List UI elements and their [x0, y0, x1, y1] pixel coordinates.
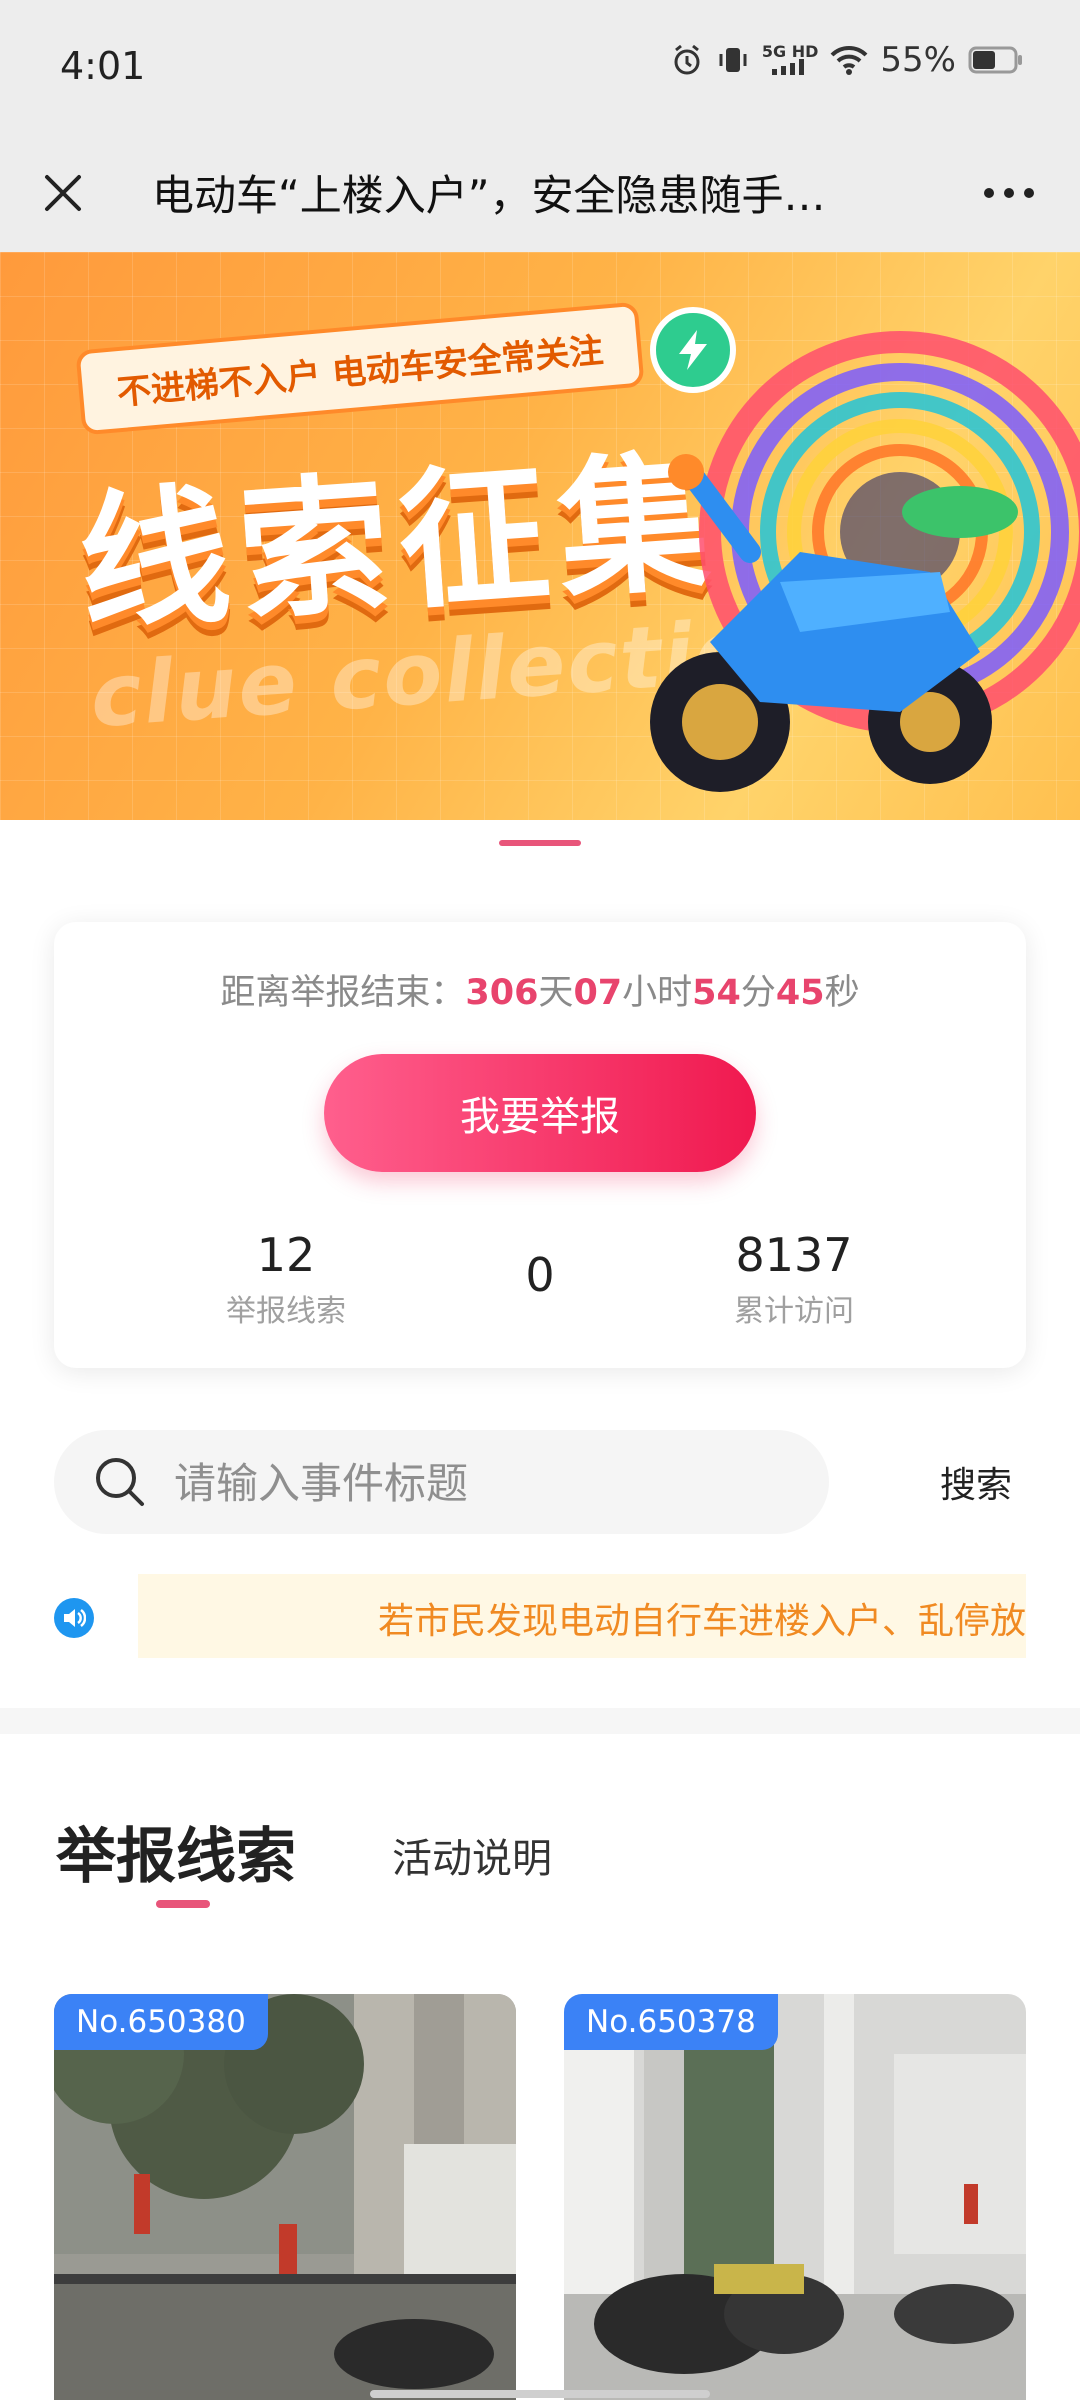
speaker-icon [54, 1598, 94, 1638]
wifi-icon [830, 45, 868, 75]
page-title: 电动车“上楼入户”，安全隐患随手… [152, 171, 826, 220]
close-button[interactable] [28, 158, 98, 228]
countdown-hours-unit: 小时 [622, 973, 693, 1013]
search-input[interactable] [172, 1430, 796, 1536]
stat-visits-value: 8137 [735, 1228, 853, 1282]
stat-middle: 0 [420, 1248, 660, 1302]
notice-text: 若市民发现电动自行车进楼入户、乱停放 [377, 1601, 1026, 1642]
stat-visits: 8137 累计访问 [674, 1228, 914, 1330]
countdown-text: 距离举报结束：306天07小时54分45秒 [54, 964, 1026, 1015]
countdown-seconds-unit: 秒 [824, 973, 860, 1013]
close-icon [45, 175, 81, 211]
clue-card[interactable]: No.650380 [54, 1994, 516, 2400]
clue-card[interactable]: No.650378 [564, 1994, 1026, 2400]
battery-icon [968, 45, 1024, 75]
tab-report-clues[interactable]: 举报线索 [56, 1808, 296, 1895]
countdown-minutes-unit: 分 [740, 973, 776, 1013]
clue-photo [54, 1994, 516, 2400]
clue-number-badge: No.650380 [54, 1994, 268, 2050]
stat-middle-value: 0 [525, 1248, 555, 1302]
countdown-hours: 07 [573, 973, 623, 1013]
nav-bar: 电动车“上楼入户”，安全隐患随手… [0, 130, 1080, 252]
clue-photo [564, 1994, 1026, 2400]
more-button[interactable] [964, 158, 1054, 228]
clue-number-badge: No.650378 [564, 1994, 778, 2050]
home-indicator[interactable] [370, 2390, 710, 2398]
network-label: 5G HD [761, 42, 819, 61]
hero-banner[interactable]: 不进梯不入户 电动车安全常关注 线索征集 clue collection [0, 252, 1080, 820]
countdown-minutes: 54 [692, 973, 741, 1013]
search-button[interactable]: 搜索 [940, 1456, 1012, 1508]
battery-percent: 55% [880, 40, 956, 80]
stat-visits-label: 累计访问 [734, 1294, 854, 1329]
report-summary-card: 距离举报结束：306天07小时54分45秒 我要举报 12 举报线索 0 813… [54, 922, 1026, 1368]
more-dots-icon [984, 188, 1034, 198]
section-divider [0, 1708, 1080, 1734]
carousel-indicator [499, 840, 581, 846]
active-tab-indicator [156, 1900, 210, 1908]
tab-activity-info[interactable]: 活动说明 [392, 1826, 552, 1884]
countdown-seconds: 45 [775, 973, 825, 1013]
signal-5g-icon: 5G HD [761, 42, 819, 75]
stat-clues: 12 举报线索 [166, 1228, 406, 1330]
status-icons: 5G HD 55% [670, 40, 1024, 80]
countdown-days: 306 [465, 973, 539, 1013]
notice-bar[interactable]: 若市民发现电动自行车进楼入户、乱停放 [138, 1574, 1026, 1658]
vibrate-icon [716, 43, 750, 77]
electric-scooter-illustration [650, 331, 1080, 792]
search-box [54, 1430, 829, 1536]
countdown-days-unit: 天 [538, 973, 574, 1013]
report-button[interactable]: 我要举报 [324, 1054, 756, 1172]
search-icon [96, 1458, 144, 1506]
status-time: 4:01 [60, 44, 146, 88]
countdown-label: 距离举报结束： [220, 973, 466, 1013]
alarm-icon [670, 43, 704, 77]
notice-row: 若市民发现电动自行车进楼入户、乱停放 [54, 1574, 1026, 1658]
stat-clues-value: 12 [256, 1228, 316, 1282]
stat-clues-label: 举报线索 [226, 1294, 346, 1329]
status-bar: 4:01 5G HD 55% [0, 0, 1080, 130]
